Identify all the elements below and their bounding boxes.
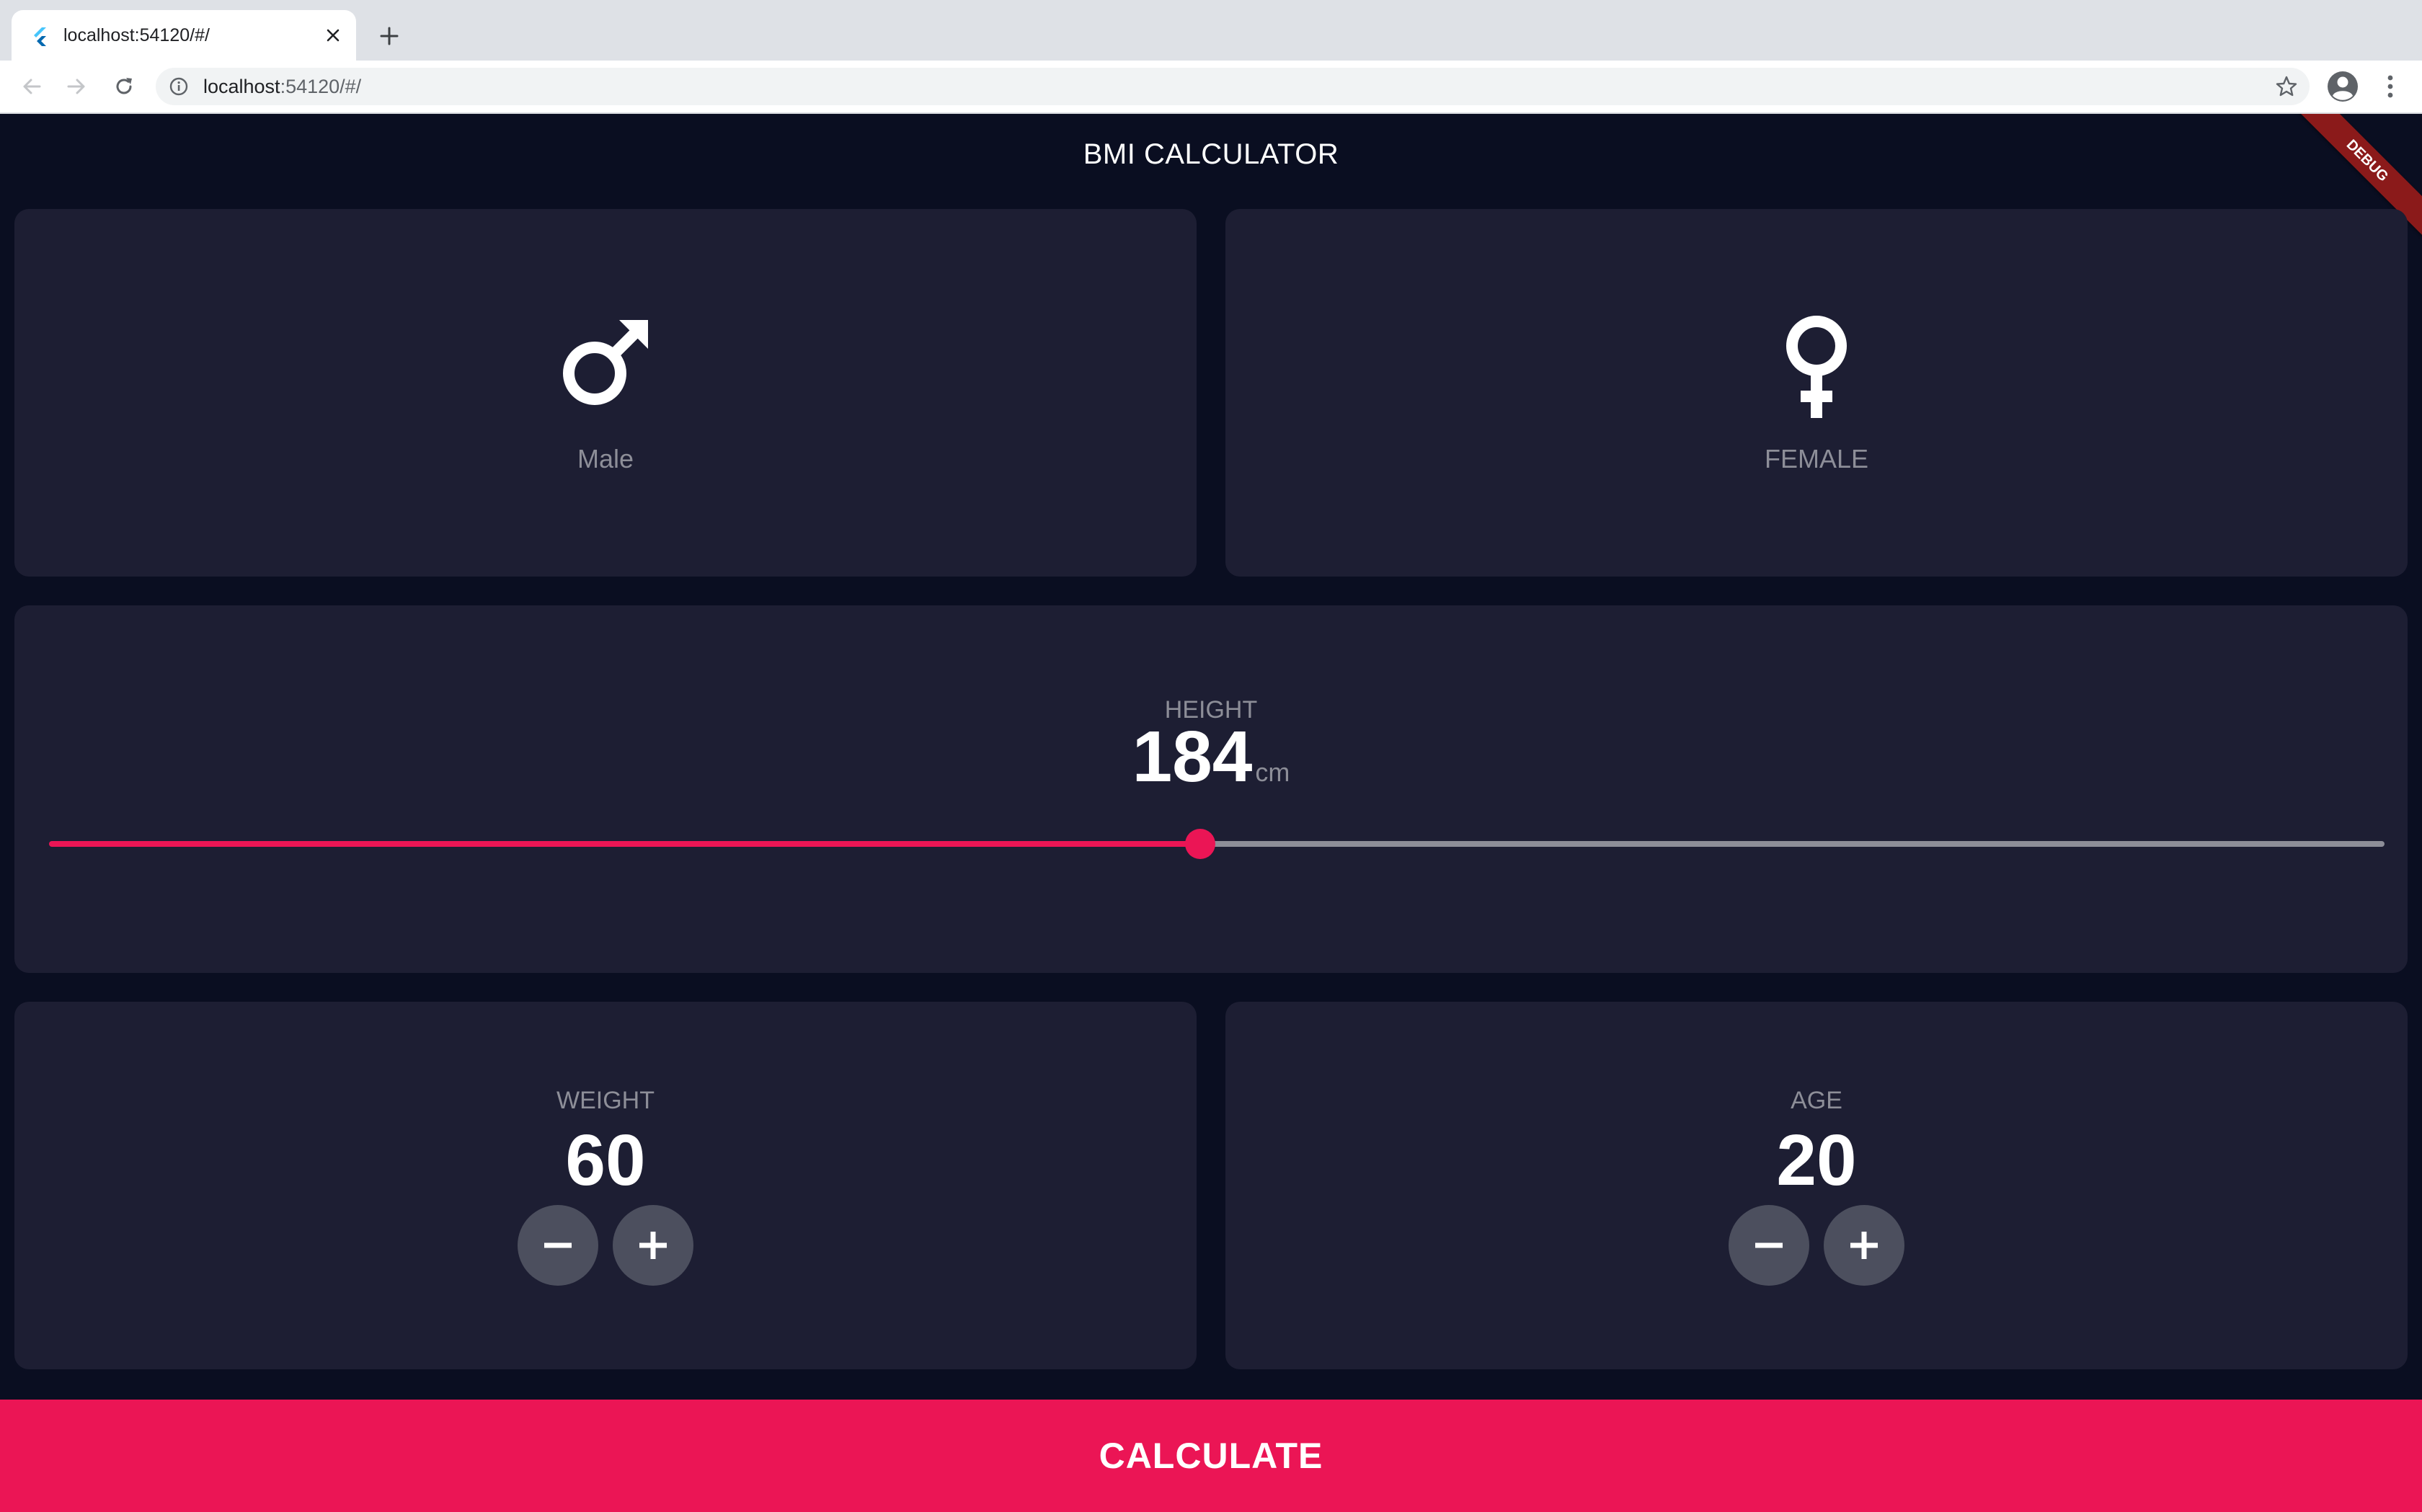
flutter-favicon-icon (34, 27, 46, 46)
plus-icon (1850, 1232, 1878, 1259)
age-value: 20 (1776, 1120, 1857, 1201)
calculate-label: CALCULATE (1099, 1436, 1323, 1476)
height-value-row: 184 cm (14, 713, 2408, 800)
bmi-app: BMI CALCULATOR DEBUG Male FEMALE HEIGHT (0, 114, 2422, 1512)
weight-decrement-button[interactable] (518, 1205, 598, 1286)
reload-button[interactable] (107, 69, 141, 104)
minus-icon (1755, 1242, 1783, 1248)
slider-thumb[interactable] (1185, 829, 1215, 859)
male-card[interactable]: Male (14, 209, 1197, 577)
star-icon[interactable] (2275, 75, 2298, 98)
female-card[interactable]: FEMALE (1225, 209, 2408, 577)
male-label: Male (577, 444, 634, 473)
venus-icon (1786, 316, 1847, 418)
info-icon[interactable] (169, 76, 189, 97)
height-unit: cm (1255, 757, 1290, 787)
mars-icon (563, 320, 648, 405)
weight-card: WEIGHT 60 (14, 1002, 1197, 1369)
tab-title: localhost:54120/#/ (63, 25, 210, 45)
back-button[interactable] (14, 69, 49, 104)
weight-label: WEIGHT (556, 1087, 655, 1114)
profile-avatar-icon[interactable] (2327, 71, 2359, 102)
age-label: AGE (1791, 1087, 1842, 1114)
minus-icon (544, 1242, 572, 1248)
tab-close-button[interactable] (320, 22, 346, 48)
female-label: FEMALE (1764, 444, 1869, 473)
new-tab-button[interactable] (373, 20, 405, 52)
reload-icon (116, 78, 132, 94)
height-slider[interactable] (49, 822, 2385, 865)
weight-controls (14, 1205, 1197, 1286)
browser-toolbar: localhost:54120/#/ (0, 61, 2422, 114)
arrow-left-icon (23, 79, 41, 94)
browser-window: localhost:54120/#/ localhost:54120/#/ BM… (0, 0, 2422, 1512)
weight-value: 60 (565, 1120, 646, 1201)
height-card: HEIGHT 184 cm (14, 605, 2408, 973)
age-controls (1225, 1205, 2408, 1286)
slider-inactive-track (1200, 841, 2385, 847)
url-host: localhost (203, 76, 280, 97)
plus-icon (380, 27, 399, 45)
age-card: AGE 20 (1225, 1002, 2408, 1369)
age-increment-button[interactable] (1824, 1205, 1904, 1286)
browser-tab[interactable]: localhost:54120/#/ (12, 10, 356, 61)
height-value: 184 (1132, 716, 1253, 797)
more-vert-icon[interactable] (2377, 71, 2403, 102)
plus-icon (639, 1232, 667, 1259)
calculate-button[interactable]: CALCULATE (0, 1400, 2422, 1512)
address-bar[interactable]: localhost:54120/#/ (156, 68, 2310, 105)
arrow-right-icon (67, 79, 85, 94)
url-rest: :54120/#/ (280, 76, 362, 97)
tab-strip: localhost:54120/#/ (0, 0, 2422, 61)
weight-increment-button[interactable] (613, 1205, 693, 1286)
url-text: localhost:54120/#/ (203, 68, 361, 105)
age-decrement-button[interactable] (1729, 1205, 1809, 1286)
forward-button[interactable] (59, 69, 94, 104)
app-bar-title: BMI CALCULATOR (1083, 138, 1339, 170)
slider-active-track (49, 841, 1200, 847)
close-icon (327, 29, 340, 42)
